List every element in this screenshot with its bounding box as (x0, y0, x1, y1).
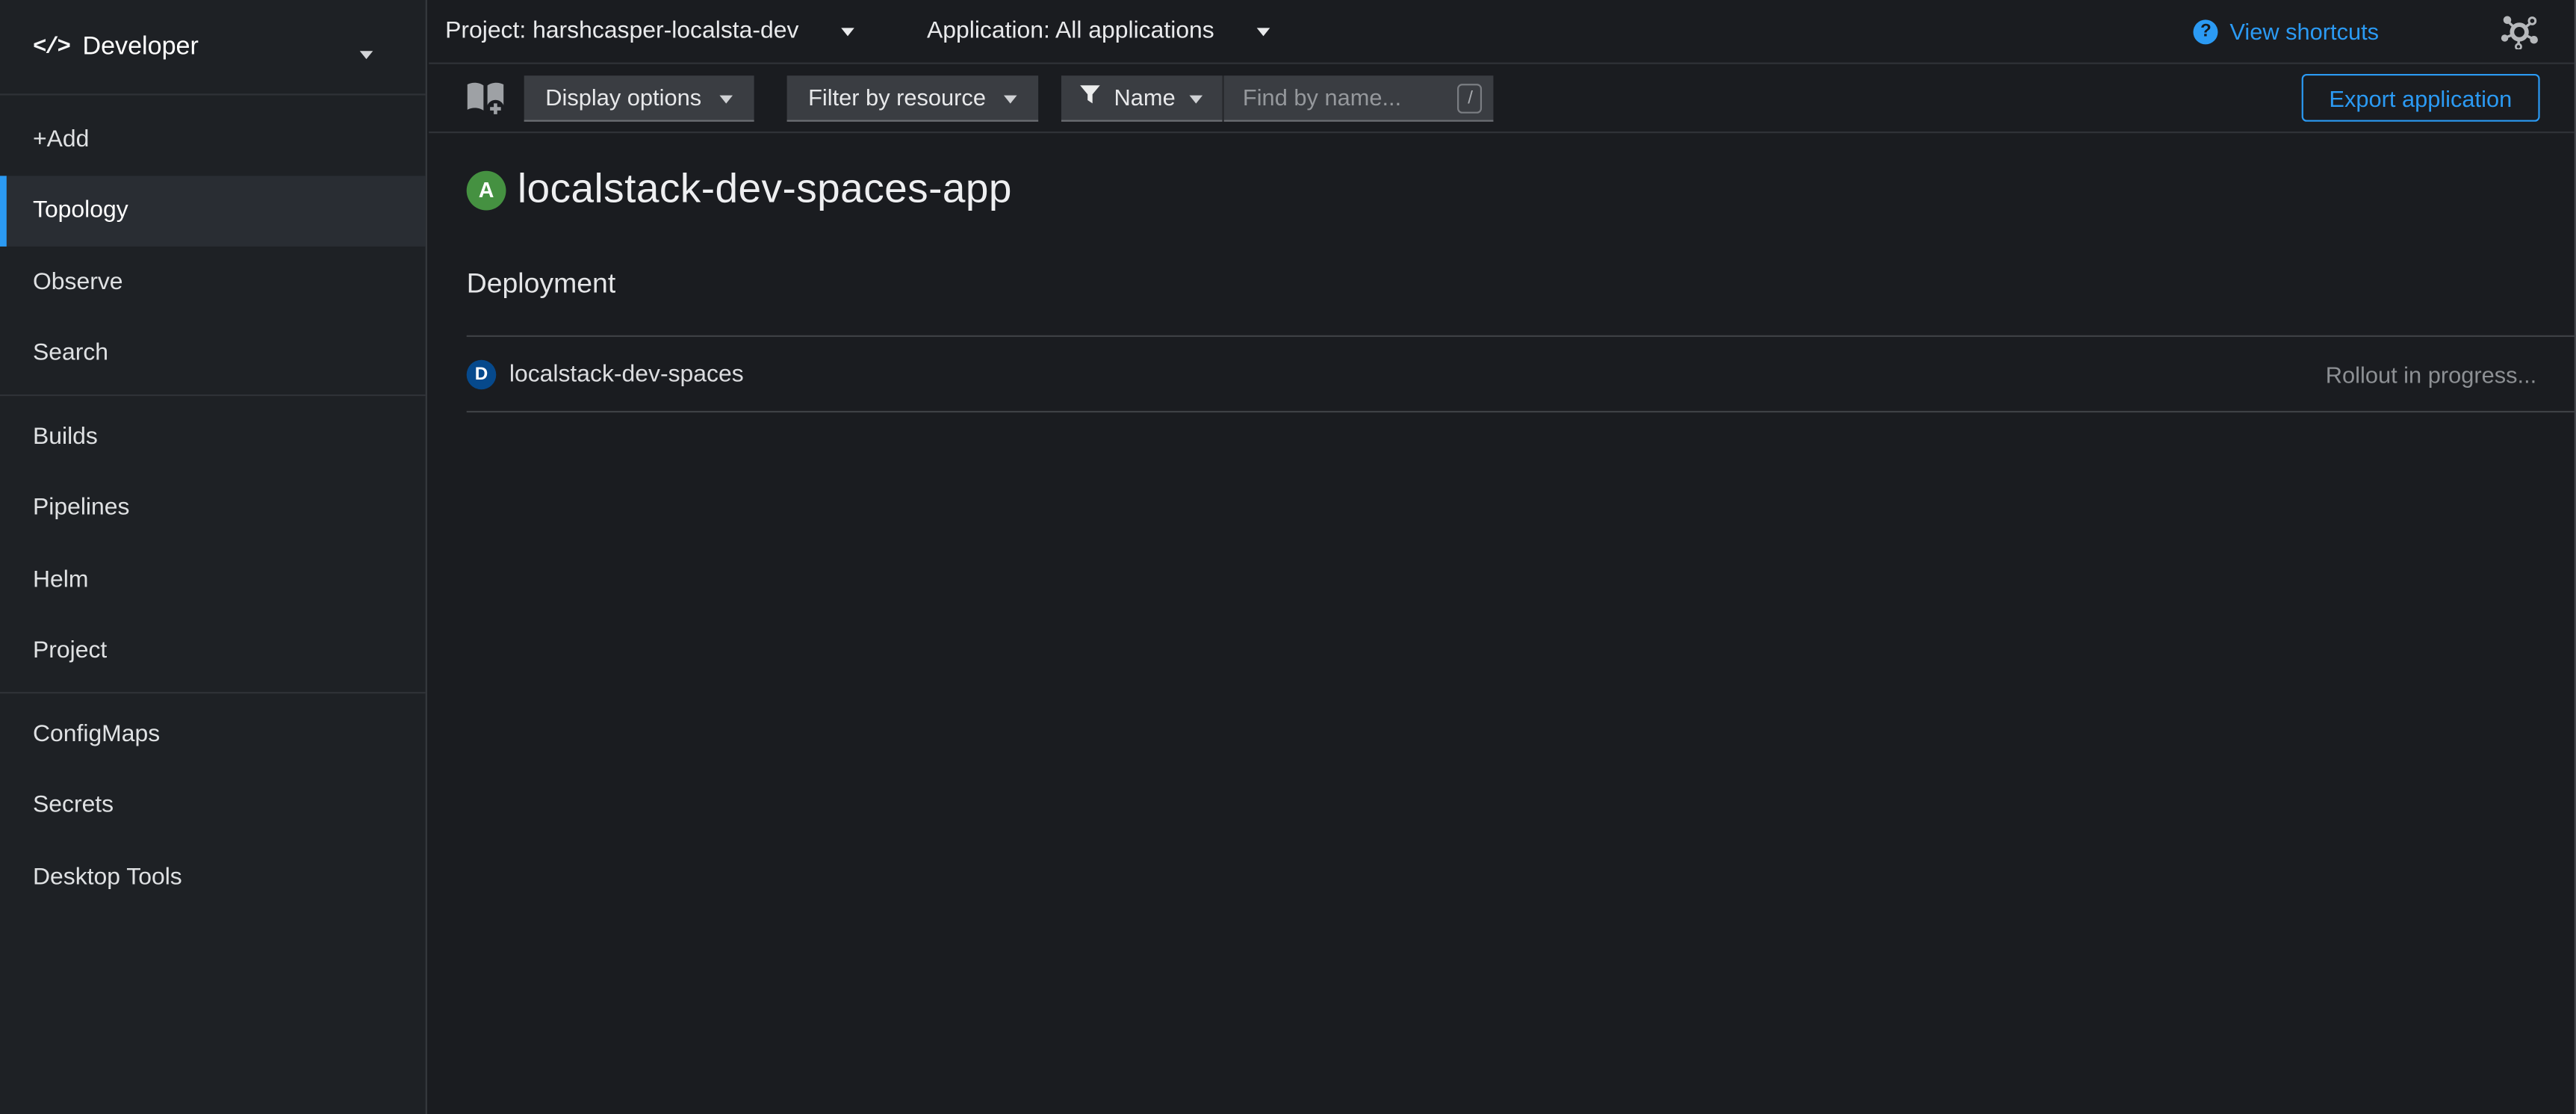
quick-search-icon[interactable] (465, 80, 506, 116)
chevron-down-icon (1191, 94, 1204, 102)
code-icon: </> (33, 34, 69, 60)
sidebar: </> Developer +Add Topology Observe Sear… (0, 0, 427, 1114)
sidebar-item-observe[interactable]: Observe (0, 247, 426, 318)
find-by-name-wrap: / (1223, 75, 1495, 121)
find-by-name-input[interactable] (1225, 75, 1495, 121)
sidebar-divider (0, 692, 426, 693)
application-selector[interactable]: Application: All applications (927, 18, 1270, 44)
application-title: localstack-dev-spaces-app (518, 166, 1012, 214)
sidebar-item-secrets[interactable]: Secrets (0, 770, 426, 842)
sidebar-item-search[interactable]: Search (0, 318, 426, 390)
deployment-name[interactable]: localstack-dev-spaces (509, 361, 744, 387)
chevron-down-icon (719, 94, 733, 102)
main-area: Project: harshcasper-localsta-dev Applic… (429, 0, 2575, 1114)
sidebar-divider (0, 394, 426, 396)
chevron-down-icon (360, 51, 373, 59)
filter-type-label: Name (1114, 84, 1176, 110)
application-badge: A (467, 170, 506, 210)
name-filter-group: Name / (1061, 75, 1494, 121)
view-shortcuts-label: View shortcuts (2229, 18, 2379, 44)
export-application-button[interactable]: Export application (2301, 74, 2540, 122)
sidebar-item-add[interactable]: +Add (0, 104, 426, 176)
deployment-badge: D (467, 359, 497, 389)
filter-by-resource-dropdown[interactable]: Filter by resource (786, 75, 1038, 121)
topology-view-icon[interactable] (2501, 14, 2539, 49)
perspective-label: Developer (82, 32, 198, 62)
chevron-down-icon (842, 27, 855, 35)
view-shortcuts-link[interactable]: ? View shortcuts (2194, 18, 2379, 44)
sidebar-item-desktop-tools[interactable]: Desktop Tools (0, 841, 426, 913)
context-bar: Project: harshcasper-localsta-dev Applic… (429, 0, 2575, 64)
filter-type-dropdown[interactable]: Name (1061, 75, 1223, 121)
display-options-label: Display options (545, 84, 701, 110)
display-options-dropdown[interactable]: Display options (524, 75, 754, 121)
topology-content: A localstack-dev-spaces-app Deployment D… (429, 133, 2575, 412)
help-icon: ? (2194, 19, 2218, 43)
deployment-row[interactable]: D localstack-dev-spaces Rollout in progr… (467, 335, 2575, 412)
sidebar-item-project[interactable]: Project (0, 616, 426, 687)
deployment-status: Rollout in progress... (2326, 361, 2575, 387)
filter-icon (1079, 84, 1101, 110)
chevron-down-icon (1257, 27, 1270, 35)
section-heading: Deployment (467, 268, 2575, 301)
resource-list: D localstack-dev-spaces Rollout in progr… (467, 335, 2575, 412)
sidebar-item-topology[interactable]: Topology (0, 175, 426, 247)
application-heading: A localstack-dev-spaces-app (467, 166, 2575, 214)
sidebar-item-builds[interactable]: Builds (0, 401, 426, 473)
app-window: </> Developer +Add Topology Observe Sear… (0, 0, 2576, 1114)
chevron-down-icon (1004, 94, 1017, 102)
context-bar-right: ? View shortcuts (2194, 14, 2538, 49)
application-selector-label: Application: All applications (927, 18, 1214, 44)
filter-by-resource-label: Filter by resource (808, 84, 986, 110)
sidebar-item-helm[interactable]: Helm (0, 544, 426, 616)
project-selector[interactable]: Project: harshcasper-localsta-dev (445, 18, 854, 44)
slash-shortcut-key: / (1458, 83, 1483, 113)
sidebar-item-configmaps[interactable]: ConfigMaps (0, 699, 426, 770)
perspective-switcher[interactable]: </> Developer (0, 0, 426, 96)
topology-toolbar: Display options Filter by resource Name … (429, 64, 2575, 133)
project-selector-label: Project: harshcasper-localsta-dev (445, 18, 798, 44)
sidebar-item-pipelines[interactable]: Pipelines (0, 472, 426, 544)
sidebar-nav: +Add Topology Observe Search Builds Pipe… (0, 96, 426, 913)
